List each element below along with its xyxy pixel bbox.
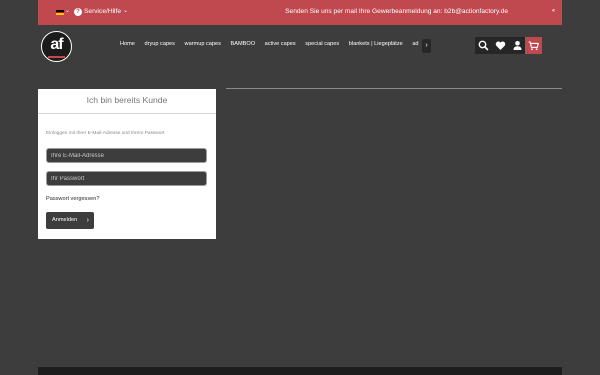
login-button[interactable]: Anmelden › [46, 212, 94, 229]
b2b-notice: Senden Sie uns per mail Ihre Gewerbeanme… [285, 8, 508, 15]
footer-band [38, 367, 562, 375]
chevron-down-icon[interactable]: ⌄ [65, 7, 70, 14]
logo-swoosh [48, 56, 65, 58]
heart-icon[interactable] [492, 37, 509, 54]
help-icon[interactable]: ? [74, 8, 82, 16]
nav-item-home[interactable]: Home [120, 41, 135, 47]
login-intro: Einloggen mit Ihrer E-Mail-Adresse und I… [46, 131, 165, 136]
content-divider [226, 88, 562, 89]
nav-item-special-capes[interactable]: special capes [305, 41, 339, 47]
german-flag-icon[interactable] [56, 10, 64, 15]
nav-item-blankets[interactable]: blankets | Liegeplätze [349, 41, 403, 47]
notice-arrows-icon[interactable]: ‹‹ [552, 8, 555, 14]
email-field[interactable] [46, 148, 207, 163]
nav-item-active-capes[interactable]: active capes [265, 41, 296, 47]
user-icon[interactable] [509, 37, 526, 54]
logo-text: af [50, 36, 63, 53]
chevron-right-icon[interactable]: › [422, 39, 431, 53]
login-button-label: Anmelden [52, 217, 78, 223]
login-card: Ich bin bereits Kunde Einloggen mit Ihre… [38, 89, 216, 239]
chevron-right-icon: › [86, 217, 89, 224]
service-help-link[interactable]: Service/Hilfe [84, 8, 121, 15]
forgot-password-link[interactable]: Passwort vergessen? [46, 196, 99, 202]
main-navigation: Home dryup capes warmup capes BAMBOO act… [120, 41, 420, 53]
top-bar: ⌄ ? Service/Hilfe ⌄ Senden Sie uns per m… [38, 0, 562, 25]
cart-icon[interactable] [525, 37, 542, 54]
chevron-down-icon[interactable]: ⌄ [123, 7, 128, 14]
login-title: Ich bin bereits Kunde [86, 95, 168, 105]
search-icon[interactable] [475, 37, 492, 54]
card-divider [38, 113, 216, 114]
nav-item-dryup-capes[interactable]: dryup capes [144, 41, 174, 47]
header: af Home dryup capes warmup capes BAMBOO … [38, 25, 562, 67]
logo[interactable]: af [41, 31, 72, 62]
nav-item-warmup-capes[interactable]: warmup capes [185, 41, 221, 47]
password-field[interactable] [46, 171, 207, 186]
nav-item-bamboo[interactable]: BAMBOO [230, 41, 255, 47]
nav-item-truncated[interactable]: ad [412, 41, 418, 47]
